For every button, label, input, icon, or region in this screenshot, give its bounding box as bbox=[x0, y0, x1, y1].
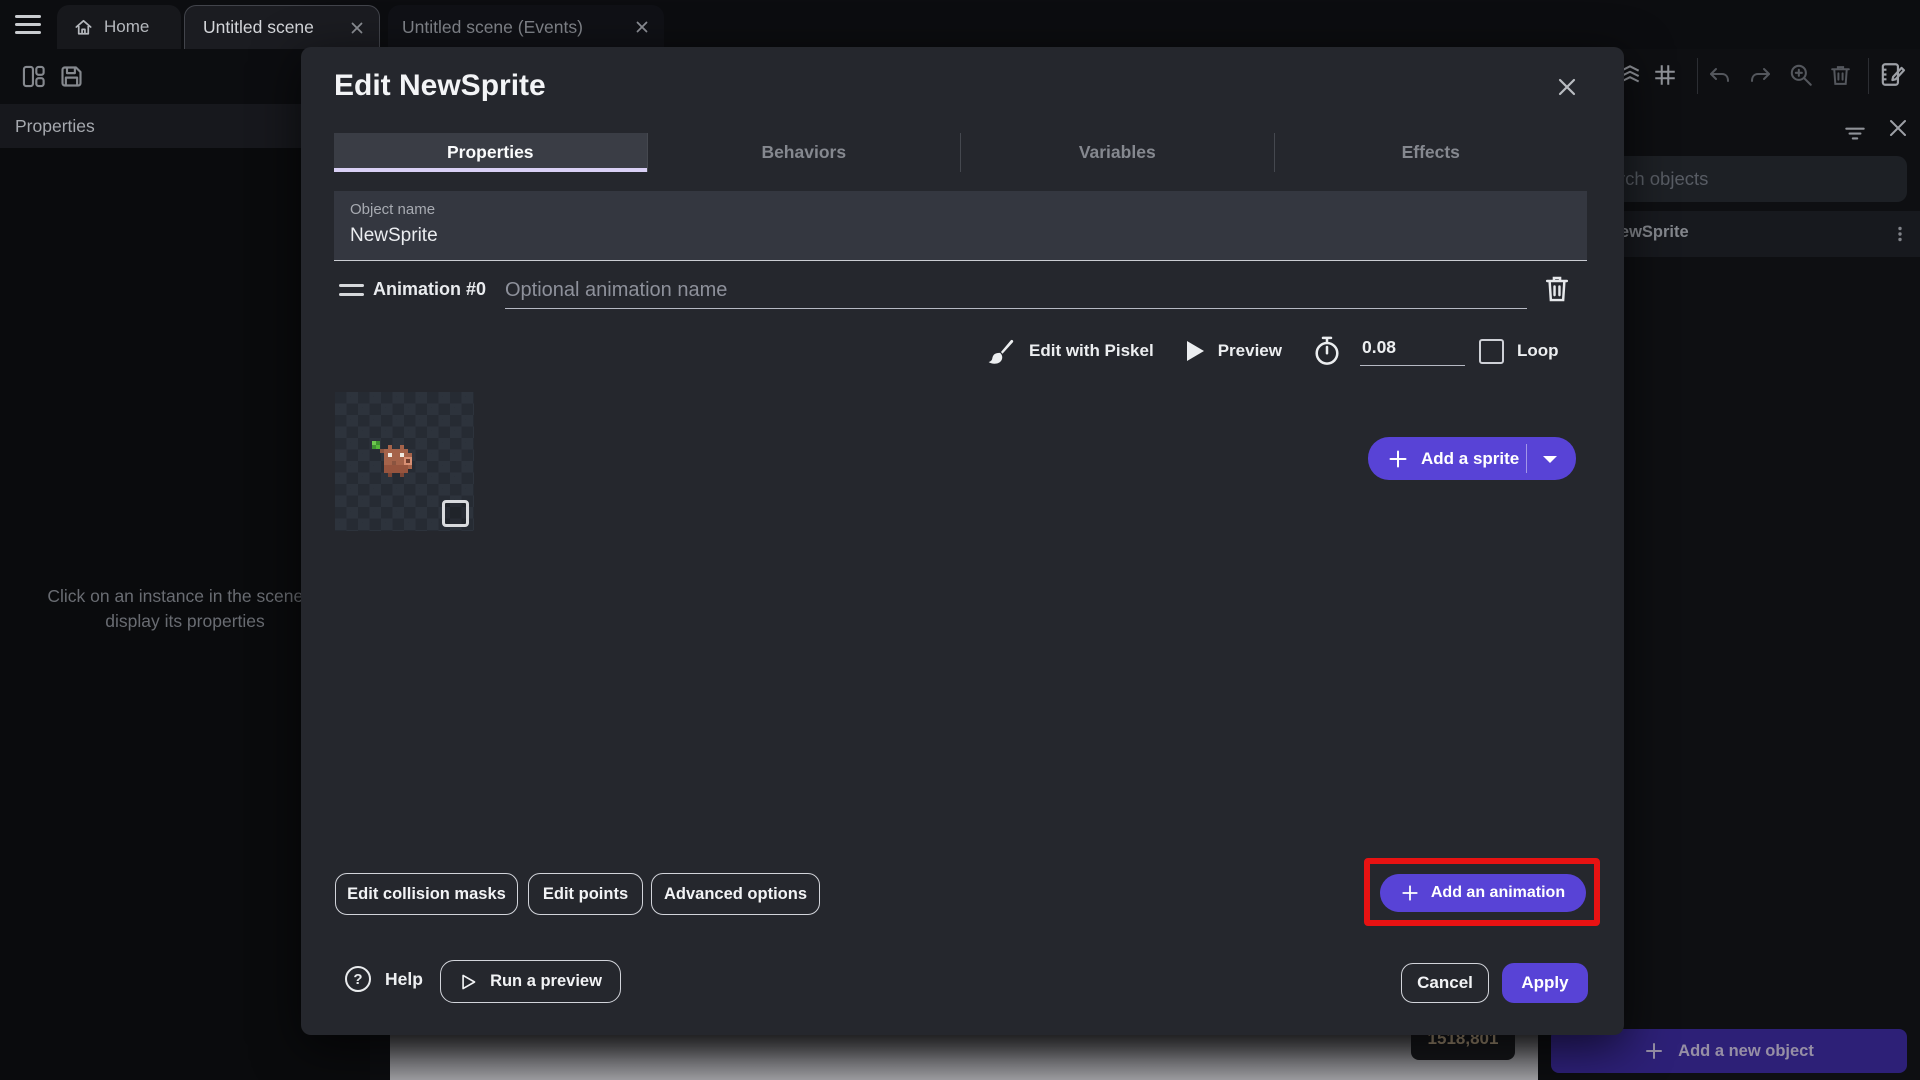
tab-behaviors[interactable]: Behaviors bbox=[646, 133, 961, 172]
question-mark-icon: ? bbox=[345, 966, 371, 992]
main-menu-icon[interactable] bbox=[15, 15, 41, 35]
pig-sprite-image bbox=[372, 441, 412, 477]
save-icon[interactable] bbox=[58, 63, 85, 90]
tab-variables[interactable]: Variables bbox=[960, 133, 1274, 172]
toggle-panels-icon[interactable] bbox=[20, 63, 47, 90]
active-tab-underline bbox=[334, 168, 647, 172]
edit-sprite-dialog: Edit NewSprite Properties Behaviors Vari… bbox=[301, 47, 1624, 1035]
toolbar-divider bbox=[1697, 58, 1698, 94]
tab-untitled-scene-events[interactable]: Untitled scene (Events) bbox=[388, 5, 664, 49]
filter-icon[interactable] bbox=[1842, 120, 1868, 146]
tab-effects[interactable]: Effects bbox=[1273, 133, 1588, 172]
close-panel-icon[interactable] bbox=[1886, 116, 1910, 140]
cancel-button[interactable]: Cancel bbox=[1401, 963, 1489, 1003]
delete-icon[interactable] bbox=[1828, 63, 1853, 88]
grid-icon[interactable] bbox=[1652, 62, 1678, 88]
remove-animation-trash-icon[interactable] bbox=[1542, 273, 1572, 305]
edit-points-button[interactable]: Edit points bbox=[528, 873, 643, 915]
tab-untitled-scene-label: Untitled scene bbox=[203, 17, 314, 37]
properties-panel-title: Properties bbox=[15, 115, 95, 136]
tab-properties[interactable]: Properties bbox=[334, 133, 647, 172]
object-name-field[interactable]: Object name NewSprite bbox=[334, 191, 1587, 261]
apply-button[interactable]: Apply bbox=[1502, 963, 1588, 1003]
objects-panel: NewSprite Add a new object bbox=[1551, 49, 1920, 1080]
tab-untitled-scene[interactable]: Untitled scene bbox=[184, 5, 380, 49]
redo-icon[interactable] bbox=[1748, 64, 1772, 88]
help-button[interactable]: ? Help bbox=[345, 966, 423, 992]
frame-select-checkbox[interactable] bbox=[442, 500, 469, 527]
tab-untitled-scene-close-icon[interactable] bbox=[347, 18, 367, 38]
object-options-kebab-icon[interactable] bbox=[1886, 220, 1914, 248]
gdevelop-app: Home Untitled scene Untitled scene (Even… bbox=[0, 0, 1920, 1080]
add-new-object-button[interactable]: Add a new object bbox=[1551, 1029, 1907, 1073]
top-bar: Home Untitled scene Untitled scene (Even… bbox=[0, 0, 1920, 49]
object-list-item-newsprite[interactable]: NewSprite bbox=[1580, 211, 1920, 257]
time-between-frames-field bbox=[1359, 336, 1465, 366]
advanced-options-button[interactable]: Advanced options bbox=[651, 873, 820, 915]
play-outline-icon bbox=[462, 974, 476, 989]
run-preview-button[interactable]: Run a preview bbox=[440, 960, 621, 1003]
add-sprite-label: Add a sprite bbox=[1421, 448, 1520, 468]
button-divider bbox=[1526, 444, 1527, 473]
object-name-field-label: Object name bbox=[350, 201, 436, 218]
add-sprite-button[interactable]: Add a sprite bbox=[1368, 437, 1576, 480]
preview-button[interactable]: Preview bbox=[1218, 341, 1282, 361]
dialog-title: Edit NewSprite bbox=[334, 69, 546, 102]
tab-home[interactable]: Home bbox=[57, 5, 181, 49]
sprite-frame-thumbnail[interactable] bbox=[335, 392, 474, 531]
plus-icon bbox=[1402, 885, 1418, 901]
loop-label: Loop bbox=[1516, 341, 1559, 360]
stopwatch-icon bbox=[1315, 336, 1339, 365]
undo-icon[interactable] bbox=[1708, 64, 1732, 88]
animation-index-label: Animation #0 bbox=[373, 279, 487, 299]
dialog-close-icon[interactable] bbox=[1553, 73, 1581, 101]
add-new-object-label: Add a new object bbox=[1678, 1041, 1814, 1060]
tab-untitled-scene-events-label: Untitled scene (Events) bbox=[402, 16, 583, 37]
tab-untitled-scene-events-close-icon[interactable] bbox=[632, 17, 652, 37]
add-animation-button[interactable]: Add an animation bbox=[1380, 874, 1586, 912]
edit-collision-masks-button[interactable]: Edit collision masks bbox=[335, 873, 518, 915]
scene-canvas-edge[interactable] bbox=[390, 1034, 1538, 1080]
animation-drag-handle[interactable] bbox=[339, 284, 364, 296]
preview-play-icon bbox=[1186, 341, 1204, 361]
brush-icon bbox=[988, 339, 1014, 364]
plus-icon bbox=[1389, 450, 1407, 467]
time-between-frames-input[interactable] bbox=[1359, 336, 1465, 366]
object-name-field-value[interactable]: NewSprite bbox=[350, 225, 438, 247]
tab-home-label: Home bbox=[104, 17, 150, 36]
animation-tools-row: Edit with Piskel Preview Loop bbox=[982, 332, 1559, 370]
home-icon bbox=[75, 19, 92, 35]
zoom-in-icon[interactable] bbox=[1788, 62, 1814, 88]
dialog-tabbar: Properties Behaviors Variables Effects bbox=[334, 133, 1587, 172]
animation-name-input[interactable] bbox=[505, 273, 1527, 309]
toolbar-divider bbox=[1868, 58, 1869, 94]
plus-icon bbox=[1646, 1043, 1663, 1059]
loop-checkbox[interactable] bbox=[1478, 338, 1504, 364]
edit-with-piskel-button[interactable]: Edit with Piskel bbox=[1029, 341, 1154, 361]
chevron-down-icon[interactable] bbox=[1543, 456, 1557, 463]
edit-scene-properties-icon[interactable] bbox=[1878, 60, 1907, 89]
